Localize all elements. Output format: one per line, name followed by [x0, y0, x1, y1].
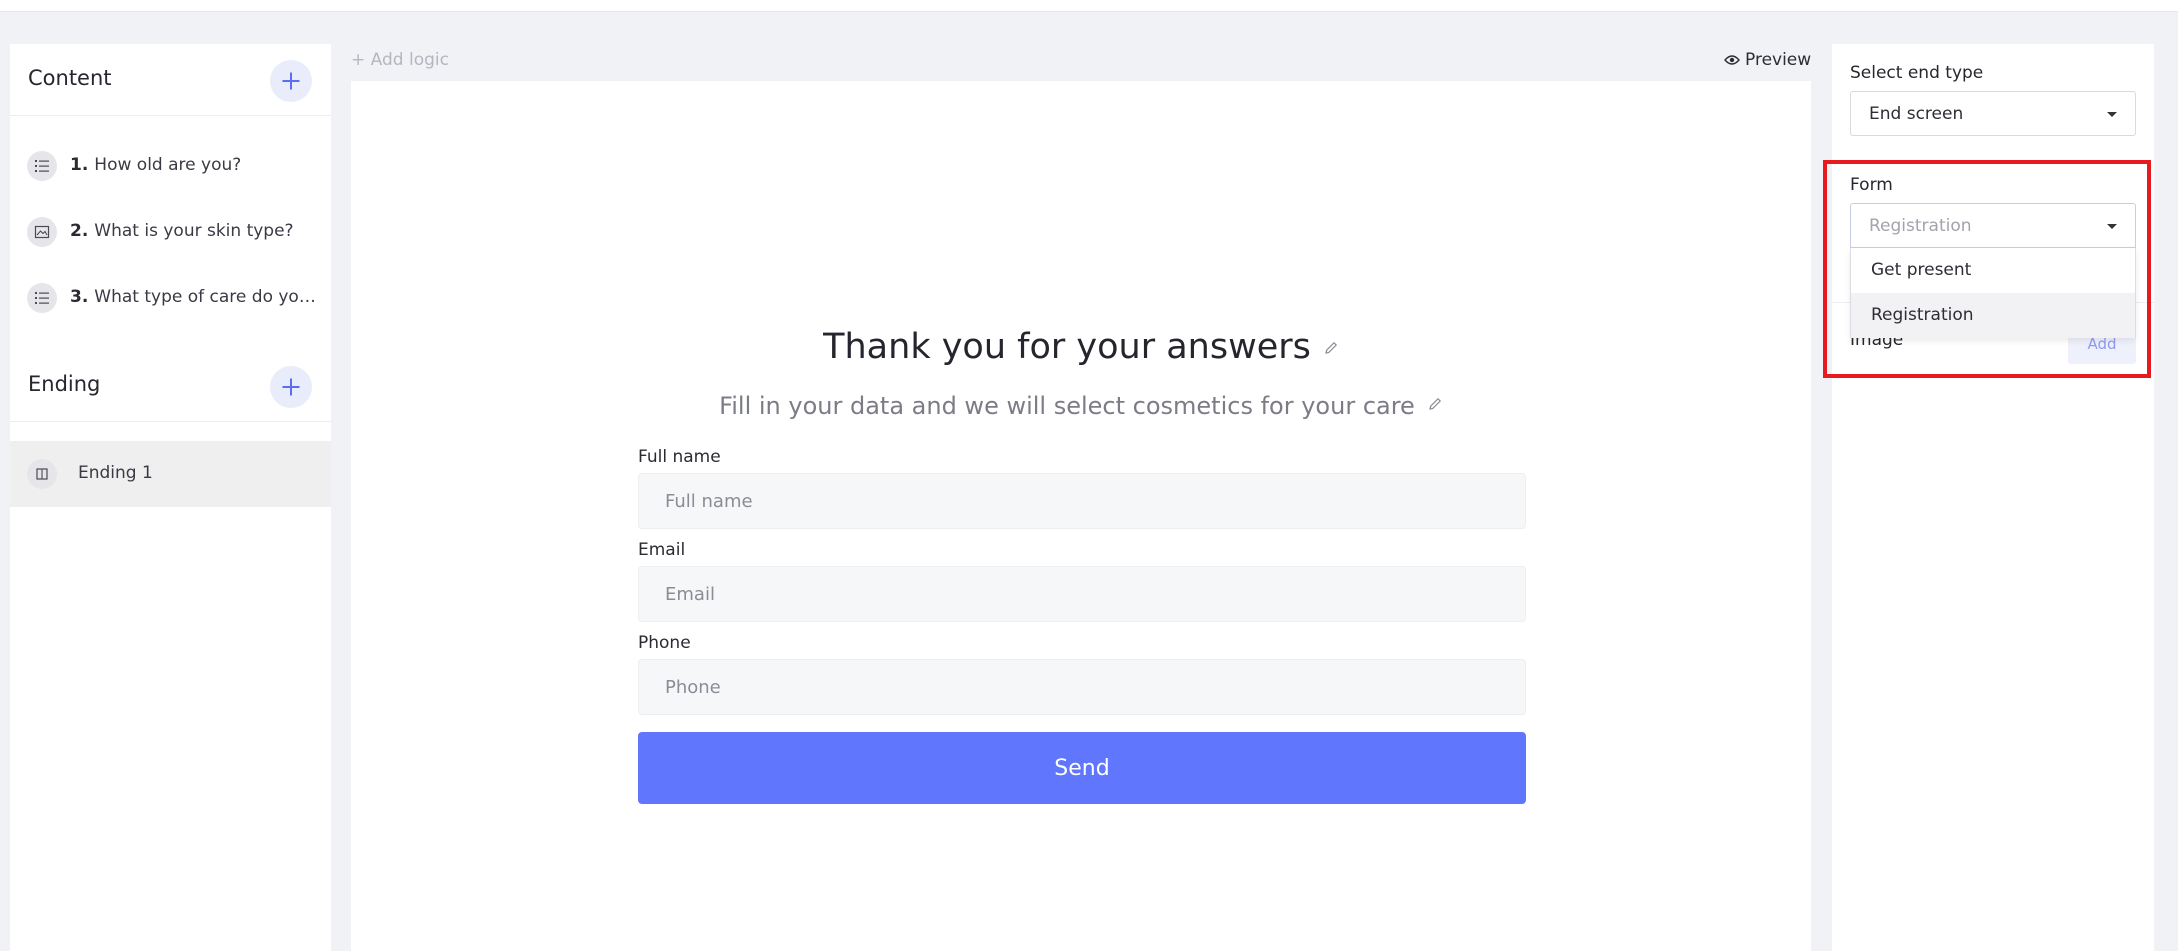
phone-label: Phone: [638, 633, 691, 653]
question-text: 1. How old are you?: [70, 155, 242, 175]
end-type-value: End screen: [1869, 104, 1964, 124]
send-button[interactable]: Send: [638, 732, 1526, 804]
end-type-label: Select end type: [1850, 63, 1984, 83]
form-option-registration[interactable]: Registration: [1851, 293, 2135, 338]
content-title: Content: [28, 66, 112, 90]
add-logic-button[interactable]: + Add logic: [351, 50, 449, 70]
top-bar: [0, 0, 2178, 12]
ending-subtitle[interactable]: Fill in your data and we will select cos…: [351, 390, 1811, 420]
end-type-select[interactable]: End screen: [1850, 91, 2136, 136]
eye-icon: [1724, 55, 1740, 65]
sidebar: Content 1. How old are you? 2. What is you…: [10, 44, 331, 951]
caret-down-icon: [2107, 112, 2117, 117]
add-ending-button[interactable]: [270, 366, 312, 408]
question-item-1[interactable]: 1. How old are you?: [10, 133, 331, 199]
ending-screen-icon: [27, 459, 57, 489]
form-option-get-present[interactable]: Get present: [1851, 248, 2135, 293]
ending-title-heading[interactable]: Thank you for your answers: [351, 325, 1811, 367]
content-section-header: Content: [10, 44, 331, 116]
email-label: Email: [638, 540, 686, 560]
form-select-value: Registration: [1869, 216, 1972, 236]
question-text: 2. What is your skin type?: [70, 221, 294, 241]
add-question-button[interactable]: [270, 60, 312, 102]
ending-text: Ending 1: [78, 463, 153, 483]
caret-down-icon: [2107, 224, 2117, 229]
email-input[interactable]: [638, 566, 1526, 622]
image-choice-icon: [27, 217, 57, 247]
full-name-input[interactable]: [638, 473, 1526, 529]
preview-button[interactable]: Preview: [1724, 50, 1811, 70]
question-item-3[interactable]: 3.What type of care do you prefer?: [10, 265, 331, 331]
full-name-label: Full name: [638, 447, 721, 467]
form-select[interactable]: Registration: [1850, 203, 2136, 248]
form-label: Form: [1850, 175, 1893, 195]
ending-title-text: Thank you for your answers: [823, 327, 1311, 367]
question-item-2[interactable]: 2. What is your skin type?: [10, 199, 331, 265]
list-icon: [27, 283, 57, 313]
settings-panel: Select end type End screen Form Registra…: [1832, 44, 2154, 951]
question-text: 3.What type of care do you prefer?: [70, 287, 322, 307]
ending-item-1[interactable]: Ending 1: [10, 441, 331, 507]
pencil-icon[interactable]: [1427, 390, 1443, 418]
ending-subtitle-text: Fill in your data and we will select cos…: [719, 392, 1415, 420]
form-dropdown-menu: Get present Registration: [1850, 248, 2136, 338]
list-icon: [27, 151, 57, 181]
pencil-icon[interactable]: [1323, 325, 1339, 365]
ending-title: Ending: [28, 372, 101, 396]
ending-canvas: Thank you for your answers Fill in your …: [351, 81, 1811, 951]
preview-label: Preview: [1745, 50, 1812, 70]
phone-input[interactable]: [638, 659, 1526, 715]
ending-section-header: Ending: [10, 350, 331, 422]
